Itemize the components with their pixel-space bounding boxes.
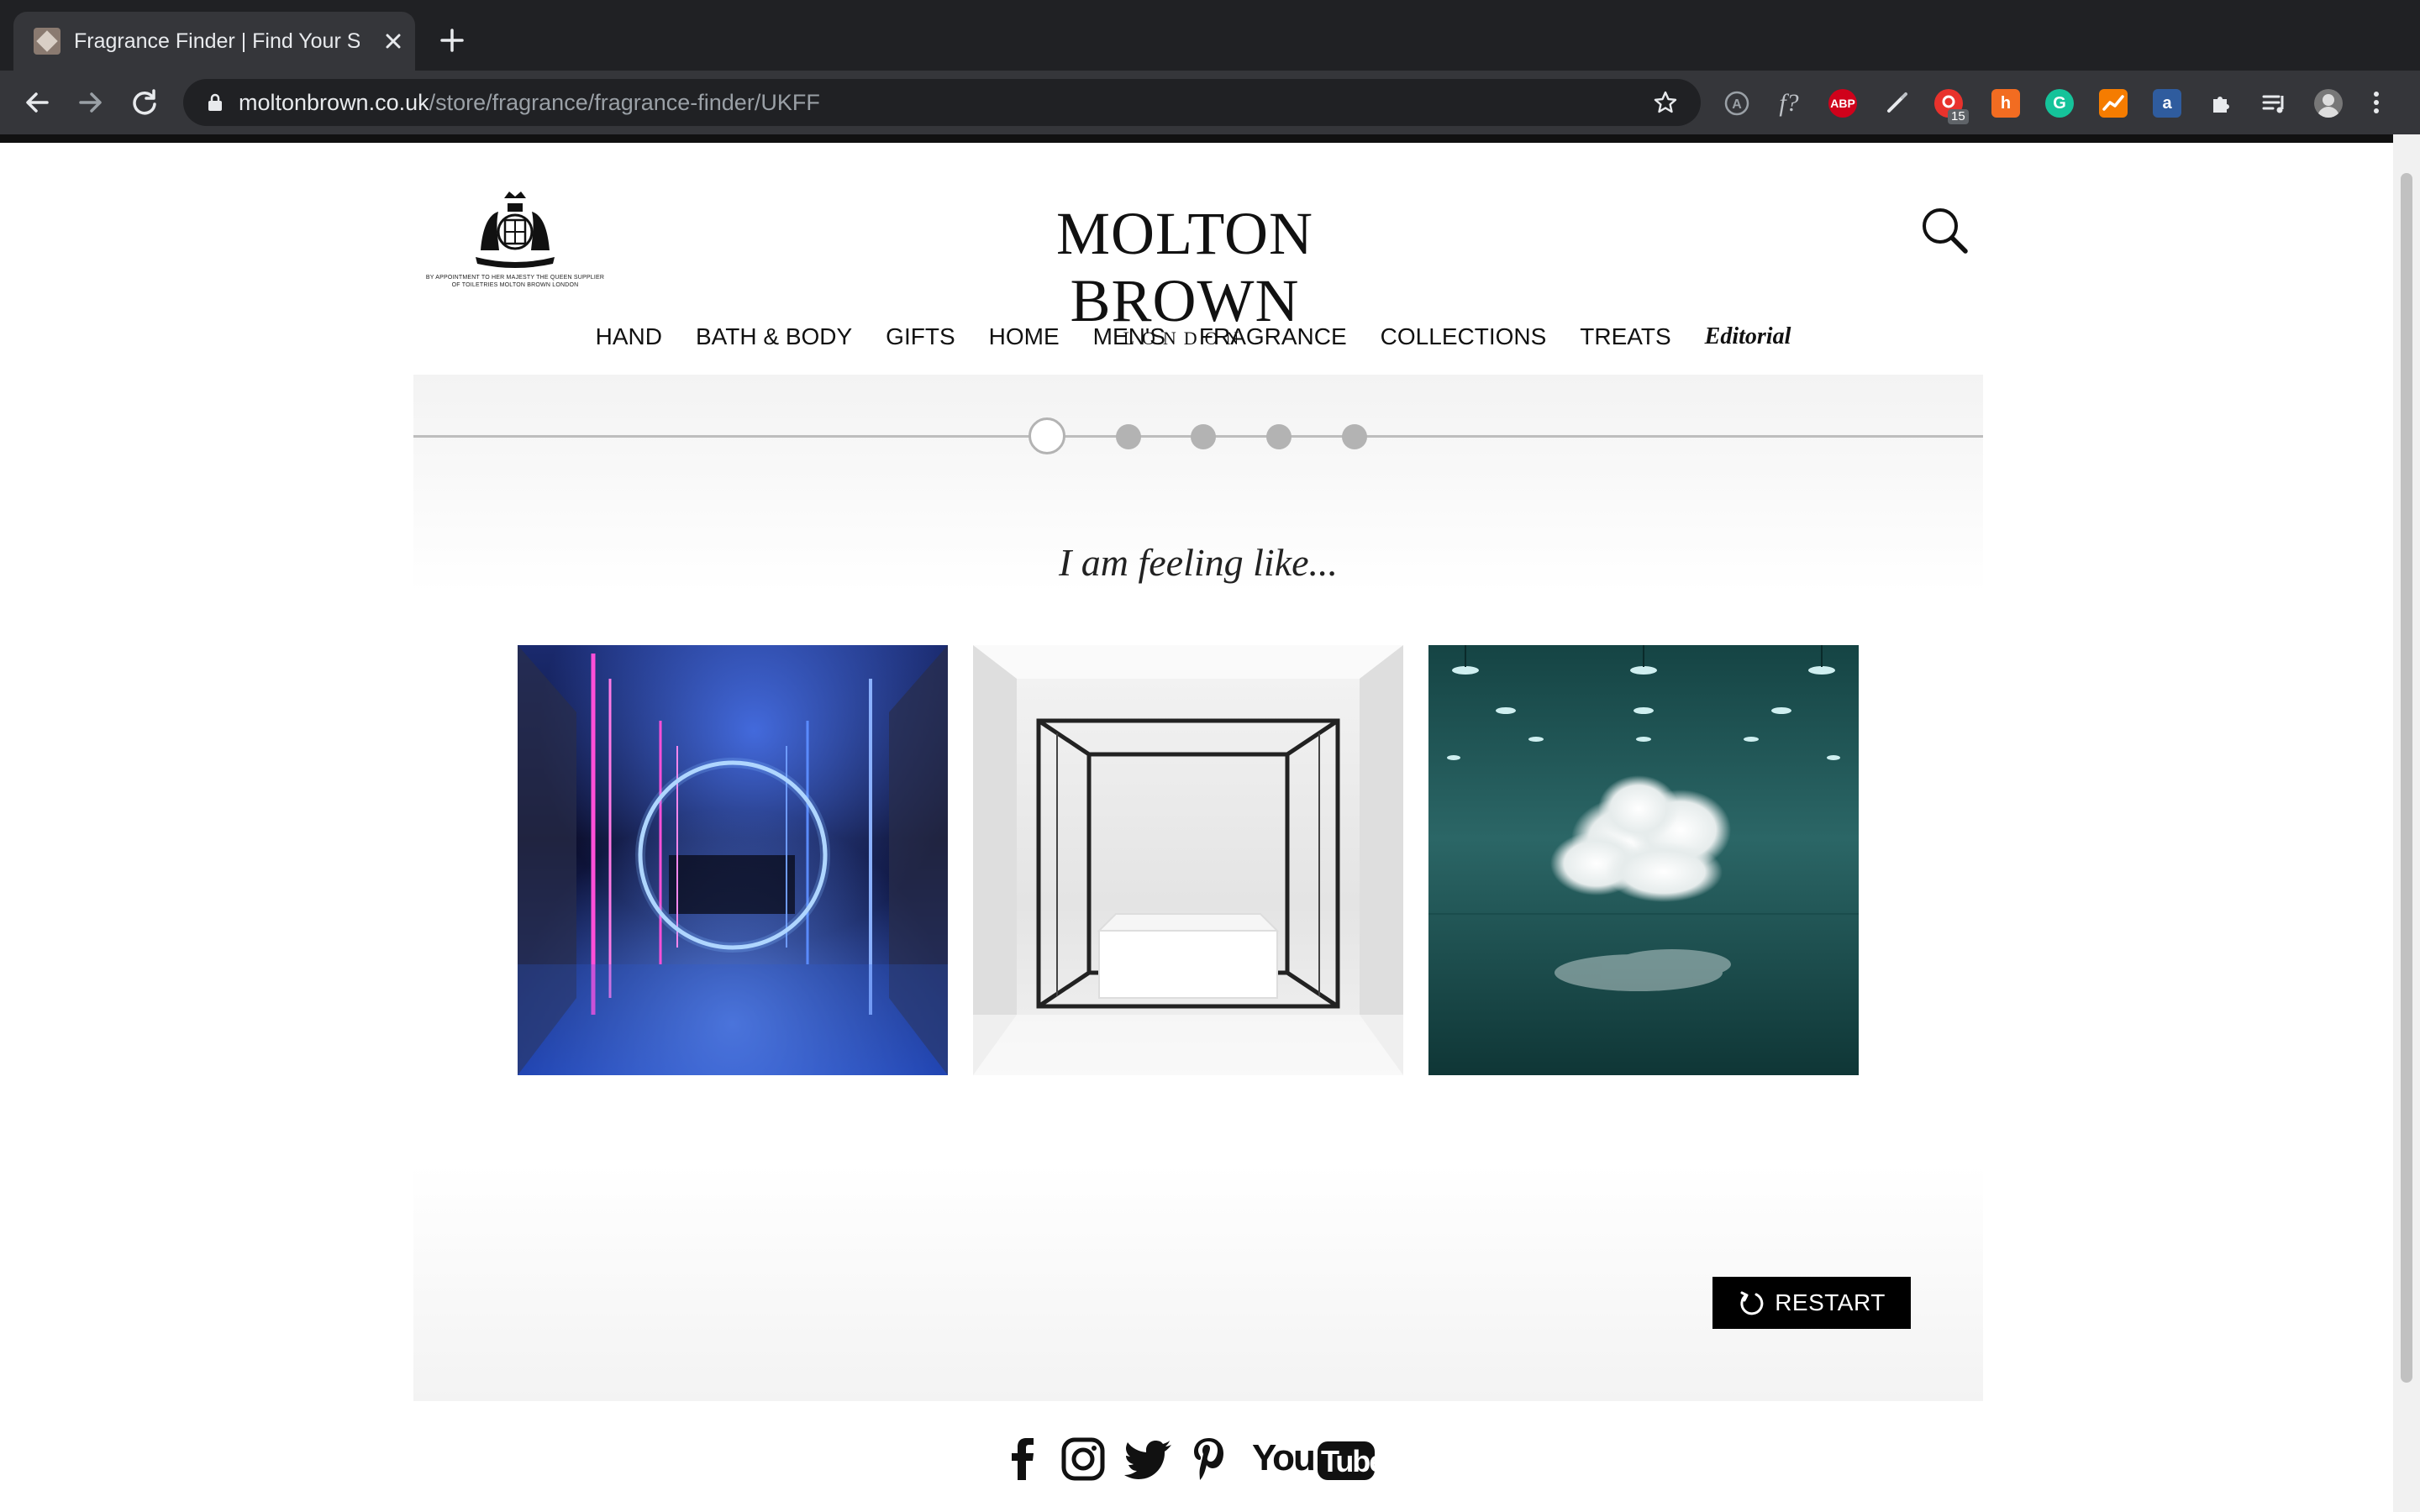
restart-icon [1740, 1291, 1764, 1315]
progress-step-3 [1191, 424, 1216, 449]
royal-warrant-text: BY APPOINTMENT TO HER MAJESTY THE QUEEN … [425, 275, 605, 288]
restart-label: RESTART [1775, 1289, 1886, 1315]
profile-avatar[interactable] [2314, 89, 2343, 118]
teal-cloud-image [1428, 645, 1859, 1075]
extension-badge-count: 15 [1948, 109, 1969, 124]
neon-corridor-image [518, 645, 948, 1075]
restart-button[interactable]: RESTART [1712, 1277, 1911, 1329]
main-navigation: HAND BATH & BODY GIFTS HOME MEN'S FRAGRA… [596, 316, 1791, 358]
nav-item-bath-body[interactable]: BATH & BODY [679, 316, 869, 358]
mood-option-white-gallery[interactable] [973, 645, 1403, 1075]
white-gallery-image [973, 645, 1403, 1075]
bookmark-star-icon[interactable] [1652, 89, 1679, 116]
svg-text:A: A [1732, 97, 1742, 112]
progress-step-5 [1342, 424, 1367, 449]
analytics-extension-icon[interactable] [2099, 89, 2128, 118]
lock-icon [208, 93, 222, 111]
mood-option-neon-corridor[interactable] [518, 645, 948, 1075]
mood-option-teal-cloud[interactable] [1428, 645, 1859, 1075]
facebook-icon[interactable] [1008, 1433, 1037, 1485]
fragrance-finder-panel: I am feeling like... RESTART [413, 375, 1983, 1401]
whatfont-extension-icon[interactable]: f? [1775, 89, 1803, 118]
honey-extension-icon[interactable]: h [1991, 89, 2020, 118]
media-queue-icon[interactable] [2260, 89, 2289, 118]
svg-text:You: You [1252, 1437, 1314, 1478]
progress-step-2 [1116, 424, 1141, 449]
page-scrollbar[interactable] [2393, 134, 2420, 1512]
page-top-bar [0, 134, 2393, 143]
royal-crest-icon [476, 192, 555, 268]
youtube-icon[interactable]: You Tube [1252, 1433, 1376, 1485]
adblock-plus-extension-icon[interactable]: ABP [1828, 89, 1857, 118]
pen-extension-icon[interactable] [1882, 89, 1911, 118]
logo-wordmark: MOLTON BROWN [1055, 200, 1314, 334]
nav-item-hand[interactable]: HAND [579, 316, 679, 358]
extensions-puzzle-icon[interactable] [2207, 89, 2235, 118]
reload-icon[interactable] [126, 84, 163, 121]
nav-item-treats[interactable]: TREATS [1563, 316, 1687, 358]
amazon-assistant-extension-icon[interactable]: a [2153, 89, 2181, 118]
url-text: moltonbrown.co.uk/store/fragrance/fragra… [239, 90, 820, 115]
red-extension-icon[interactable]: 15 [1934, 89, 1969, 124]
new-tab-plus-icon[interactable] [435, 24, 469, 57]
close-tab-icon[interactable] [378, 26, 408, 56]
svg-text:Tube: Tube [1321, 1444, 1376, 1478]
progress-step-4 [1266, 424, 1292, 449]
nav-item-fragrance[interactable]: FRAGRANCE [1182, 316, 1364, 358]
browser-toolbar: moltonbrown.co.uk/store/fragrance/fragra… [0, 71, 2420, 134]
instagram-icon[interactable] [1060, 1433, 1106, 1485]
nav-item-gifts[interactable]: GIFTS [869, 316, 971, 358]
nav-item-collections[interactable]: COLLECTIONS [1364, 316, 1564, 358]
progress-step-1-current [1028, 417, 1065, 454]
back-arrow-icon[interactable] [18, 84, 55, 121]
tab-title: Fragrance Finder | Find Your Si [74, 29, 360, 53]
browser-menu-dots-icon[interactable] [2368, 84, 2385, 121]
browser-tab-active[interactable]: Fragrance Finder | Find Your Si [13, 12, 415, 71]
site-favicon-icon [34, 28, 60, 55]
translate-extension-icon[interactable]: A [1723, 89, 1751, 118]
browser-tab-strip: Fragrance Finder | Find Your Si [0, 0, 2420, 71]
twitter-icon[interactable] [1123, 1433, 1175, 1485]
address-bar[interactable]: moltonbrown.co.uk/store/fragrance/fragra… [183, 79, 1701, 126]
forward-arrow-icon[interactable] [72, 84, 109, 121]
nav-item-editorial[interactable]: Editorial [1688, 316, 1808, 358]
search-icon[interactable] [1919, 205, 1970, 255]
pinterest-icon[interactable] [1190, 1433, 1227, 1485]
grammarly-extension-icon[interactable]: G [2045, 89, 2074, 118]
nav-item-mens[interactable]: MEN'S [1076, 316, 1182, 358]
finder-question: I am feeling like... [1058, 541, 1339, 584]
nav-item-home[interactable]: HOME [972, 316, 1076, 358]
royal-warrant-crest: BY APPOINTMENT TO HER MAJESTY THE QUEEN … [425, 190, 605, 294]
scrollbar-thumb[interactable] [2401, 173, 2412, 1383]
